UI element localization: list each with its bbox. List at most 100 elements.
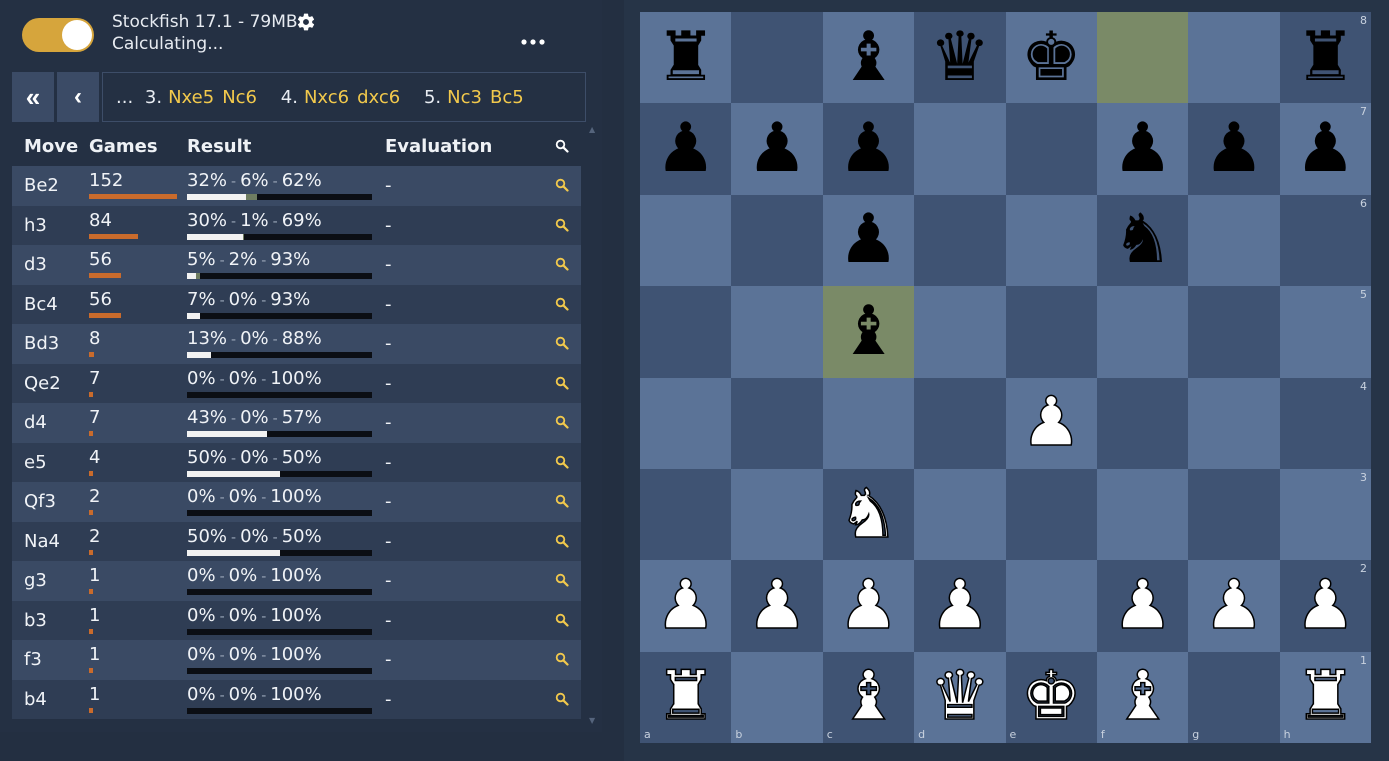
- white-pawn-icon[interactable]: ♟: [1203, 571, 1265, 641]
- white-pawn-icon[interactable]: ♟: [837, 571, 899, 641]
- square-f8[interactable]: [1096, 12, 1189, 104]
- square-g3[interactable]: [1188, 468, 1280, 561]
- more-dots-icon[interactable]: [519, 32, 547, 48]
- white-bishop-icon[interactable]: ♝: [837, 662, 899, 732]
- square-d5[interactable]: [914, 286, 1006, 378]
- square-d8[interactable]: ♛: [914, 12, 1006, 104]
- square-h2[interactable]: ♟ 2: [1279, 560, 1371, 652]
- square-f7[interactable]: ♟: [1096, 103, 1189, 195]
- square-h5[interactable]: 5: [1279, 286, 1371, 378]
- move-black[interactable]: dxc6: [357, 87, 400, 108]
- scroll-down-arrow[interactable]: ▼: [589, 716, 595, 725]
- square-c6[interactable]: ♟: [822, 194, 915, 287]
- square-b5[interactable]: [731, 286, 823, 378]
- black-pawn-icon[interactable]: ♟: [1203, 115, 1264, 183]
- square-a1[interactable]: ♜ a: [640, 651, 732, 743]
- search-icon[interactable]: [555, 218, 569, 232]
- scroll-up-arrow[interactable]: ▲: [589, 125, 595, 134]
- search-icon[interactable]: [555, 336, 569, 350]
- square-b1[interactable]: b: [731, 651, 823, 743]
- white-queen-icon[interactable]: ♛: [929, 662, 991, 732]
- search-icon[interactable]: [555, 178, 569, 192]
- square-c2[interactable]: ♟: [822, 560, 915, 652]
- square-f5[interactable]: [1096, 286, 1189, 378]
- black-rook-icon[interactable]: ♜: [655, 23, 716, 92]
- square-b2[interactable]: ♟: [731, 560, 823, 652]
- white-pawn-icon[interactable]: ♟: [1294, 571, 1356, 641]
- square-e3[interactable]: [1005, 468, 1097, 561]
- table-row[interactable]: Na4 2 50% -0% -50% -: [12, 521, 581, 561]
- square-d7[interactable]: [914, 103, 1006, 195]
- square-b8[interactable]: [731, 12, 823, 104]
- search-icon[interactable]: [555, 139, 569, 153]
- square-b3[interactable]: [731, 468, 823, 561]
- square-d3[interactable]: [914, 468, 1006, 561]
- search-icon[interactable]: [555, 376, 569, 390]
- black-king-icon[interactable]: ♚: [1021, 23, 1082, 92]
- square-e6[interactable]: [1005, 194, 1097, 287]
- search-icon[interactable]: [555, 455, 569, 469]
- black-rook-icon[interactable]: ♜: [1295, 23, 1356, 92]
- table-row[interactable]: d3 56 5% -2% -93% -: [12, 245, 581, 285]
- black-pawn-icon[interactable]: ♟: [1112, 115, 1173, 183]
- square-b4[interactable]: [731, 377, 823, 469]
- square-e5[interactable]: [1005, 286, 1097, 378]
- table-row[interactable]: b3 1 0% -0% -100% -: [12, 600, 581, 640]
- engine-toggle[interactable]: [22, 18, 94, 52]
- square-e7[interactable]: [1005, 103, 1097, 195]
- table-row[interactable]: Be2 152 32% -6% -62% -: [12, 166, 581, 206]
- square-c1[interactable]: ♝ c: [822, 651, 915, 743]
- square-e2[interactable]: [1005, 560, 1097, 652]
- square-c7[interactable]: ♟: [822, 103, 915, 195]
- square-c8[interactable]: ♝: [822, 12, 915, 104]
- black-bishop-icon[interactable]: ♝: [838, 297, 899, 366]
- square-g1[interactable]: g: [1188, 651, 1280, 743]
- search-icon[interactable]: [555, 297, 569, 311]
- search-icon[interactable]: [555, 494, 569, 508]
- square-g4[interactable]: [1188, 377, 1280, 469]
- black-pawn-icon[interactable]: ♟: [747, 115, 808, 183]
- previous-move-button[interactable]: ‹: [57, 72, 99, 122]
- square-g5[interactable]: [1188, 286, 1280, 378]
- square-f1[interactable]: ♝ f: [1096, 651, 1189, 743]
- square-h1[interactable]: ♜ 1 h: [1279, 651, 1371, 743]
- square-b7[interactable]: ♟: [731, 103, 823, 195]
- white-pawn-icon[interactable]: ♟: [929, 571, 991, 641]
- gear-icon[interactable]: [296, 12, 316, 32]
- square-e8[interactable]: ♚: [1005, 12, 1097, 104]
- black-pawn-icon[interactable]: ♟: [1295, 115, 1356, 183]
- square-g8[interactable]: [1188, 12, 1280, 104]
- square-h3[interactable]: 3: [1279, 468, 1371, 561]
- search-icon[interactable]: [555, 692, 569, 706]
- black-knight-icon[interactable]: ♞: [1112, 206, 1173, 274]
- table-row[interactable]: e5 4 50% -0% -50% -: [12, 442, 581, 482]
- table-row[interactable]: f3 1 0% -0% -100% -: [12, 640, 581, 680]
- table-row[interactable]: Bd3 8 13% -0% -88% -: [12, 324, 581, 364]
- white-pawn-icon[interactable]: ♟: [1020, 388, 1082, 458]
- square-f2[interactable]: ♟: [1096, 560, 1189, 652]
- square-h8[interactable]: ♜ 8: [1279, 12, 1371, 104]
- black-pawn-icon[interactable]: ♟: [838, 206, 899, 274]
- table-row[interactable]: h3 84 30% -1% -69% -: [12, 205, 581, 245]
- search-icon[interactable]: [555, 652, 569, 666]
- square-c5[interactable]: ♝: [822, 286, 915, 378]
- square-d6[interactable]: [914, 194, 1006, 287]
- white-rook-icon[interactable]: ♜: [1294, 662, 1356, 732]
- black-pawn-icon[interactable]: ♟: [655, 115, 716, 183]
- white-rook-icon[interactable]: ♜: [654, 662, 716, 732]
- move-black[interactable]: Bc5: [490, 87, 524, 108]
- square-h7[interactable]: ♟ 7: [1279, 103, 1371, 195]
- square-e4[interactable]: ♟: [1005, 377, 1097, 469]
- search-icon[interactable]: [555, 573, 569, 587]
- table-row[interactable]: d4 7 43% -0% -57% -: [12, 403, 581, 443]
- table-row[interactable]: Qf3 2 0% -0% -100% -: [12, 482, 581, 522]
- search-icon[interactable]: [555, 534, 569, 548]
- search-icon[interactable]: [555, 257, 569, 271]
- square-a7[interactable]: ♟: [640, 103, 732, 195]
- move-black[interactable]: Nc6: [222, 87, 257, 108]
- square-b6[interactable]: [731, 194, 823, 287]
- square-d2[interactable]: ♟: [914, 560, 1006, 652]
- square-a3[interactable]: [640, 468, 732, 561]
- black-pawn-icon[interactable]: ♟: [838, 115, 899, 183]
- square-f4[interactable]: [1096, 377, 1189, 469]
